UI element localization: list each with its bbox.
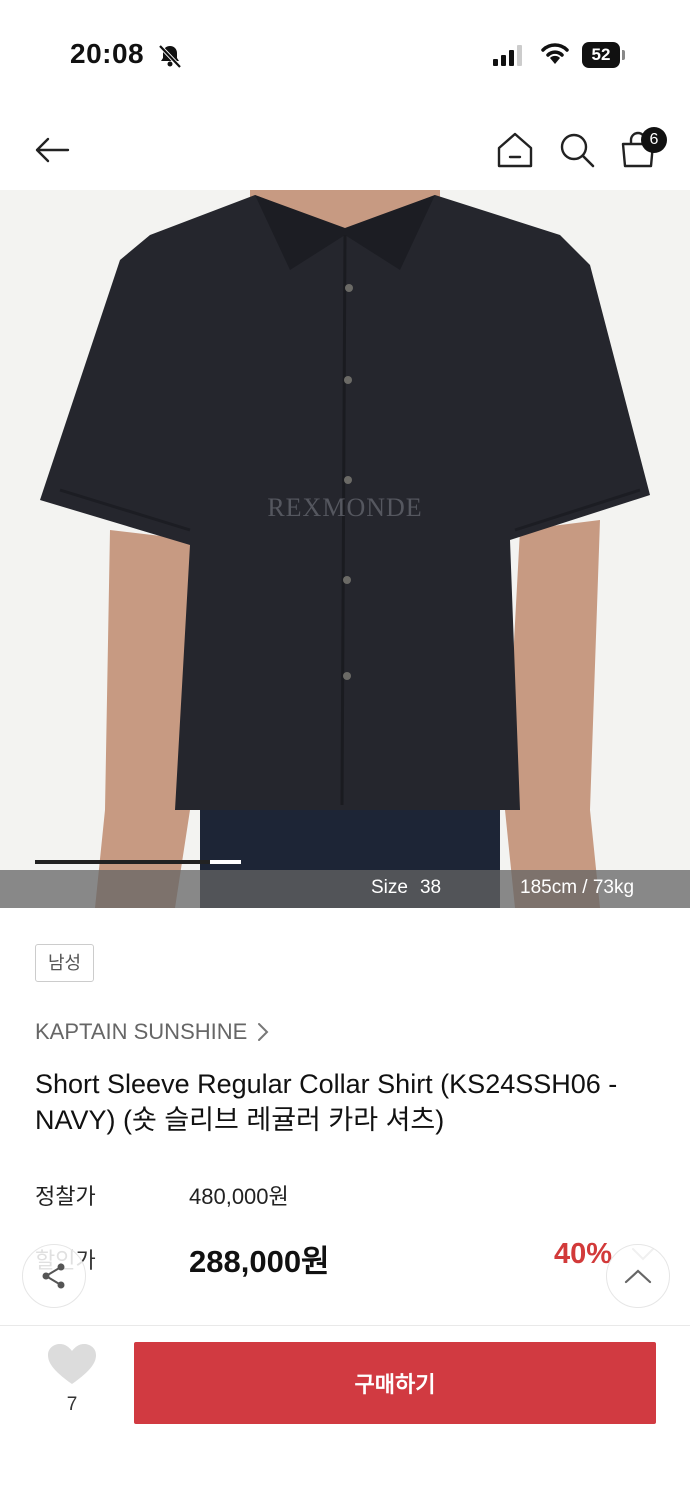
back-arrow-icon [35,137,70,163]
chevron-up-icon [624,1269,652,1284]
scroll-top-button[interactable] [606,1244,670,1308]
like-count: 7 [66,1394,78,1415]
model-body-measurements: 185cm / 73kg [520,877,635,898]
brand-link[interactable]: KAPTAIN SUNSHINE [35,1019,269,1045]
model-size-value: 38 [419,877,442,898]
sale-price: 288,000원 [189,1244,330,1279]
product-title: Short Sleeve Regular Collar Shirt (KS24S… [35,1069,618,1135]
home-icon [497,132,533,168]
carousel-progress-fill [35,860,210,864]
search-button[interactable] [555,128,599,172]
cart-count-badge: 6 [641,127,667,153]
product-photo-illustration [40,190,650,908]
bell-muted-icon [158,44,182,69]
battery-indicator: 52 [582,42,625,68]
battery-level: 52 [582,42,620,68]
brand-name: KAPTAIN SUNSHINE [35,1019,248,1044]
search-icon [560,133,595,168]
regular-price: 480,000원 [189,1184,289,1209]
heart-icon [48,1344,96,1384]
chevron-right-icon [258,1023,269,1041]
regular-price-label: 정찰가 [35,1184,96,1209]
home-button[interactable] [493,128,537,172]
model-size-label: Size [371,877,408,898]
gender-tag: 남성 [35,944,95,982]
model-size: Size 38 [371,877,453,899]
buy-button[interactable]: 구매하기 [134,1342,656,1424]
signal-icon [493,45,522,66]
status-time: 20:08 [70,38,145,69]
back-button[interactable] [30,128,74,172]
discount-rate: 40% [554,1238,613,1270]
share-button[interactable] [22,1244,86,1308]
like-button[interactable]: 7 [42,1342,102,1422]
watermark: REXMONDE [267,493,423,522]
product-image[interactable]: REXMONDE [0,190,690,908]
wifi-icon [541,43,569,64]
share-icon [42,1263,65,1289]
